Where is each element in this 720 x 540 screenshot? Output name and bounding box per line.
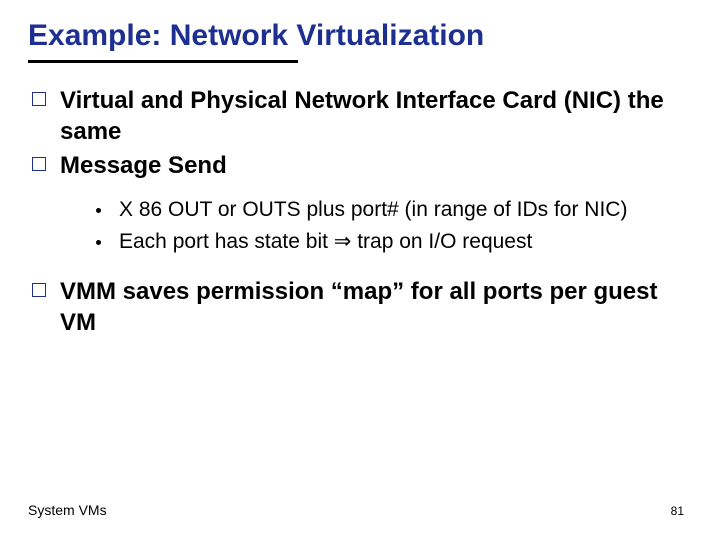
dot-bullet-icon — [96, 208, 101, 213]
bullet-text: Each port has state bit ⇒ trap on I/O re… — [119, 228, 532, 256]
sub-list: X 86 OUT or OUTS plus port# (in range of… — [96, 196, 692, 257]
list-item: Each port has state bit ⇒ trap on I/O re… — [96, 228, 692, 256]
title-underline — [28, 60, 298, 63]
dot-bullet-icon — [96, 240, 101, 245]
bullet-text: VMM saves permission “map” for all ports… — [60, 276, 692, 338]
list-item: Message Send — [32, 150, 692, 181]
bullet-text: Message Send — [60, 150, 227, 181]
square-bullet-icon — [32, 283, 46, 297]
square-bullet-icon — [32, 157, 46, 171]
list-item: VMM saves permission “map” for all ports… — [32, 276, 692, 338]
list-item: Virtual and Physical Network Interface C… — [32, 85, 692, 147]
bullet-text: Virtual and Physical Network Interface C… — [60, 85, 692, 147]
square-bullet-icon — [32, 92, 46, 106]
slide: Example: Network Virtualization Virtual … — [0, 0, 720, 540]
footer-text: System VMs — [28, 502, 107, 518]
bullet-text: X 86 OUT or OUTS plus port# (in range of… — [119, 196, 627, 224]
page-number: 81 — [671, 504, 684, 518]
slide-title: Example: Network Virtualization — [28, 18, 692, 54]
slide-content: Virtual and Physical Network Interface C… — [28, 85, 692, 339]
list-item: X 86 OUT or OUTS plus port# (in range of… — [96, 196, 692, 224]
